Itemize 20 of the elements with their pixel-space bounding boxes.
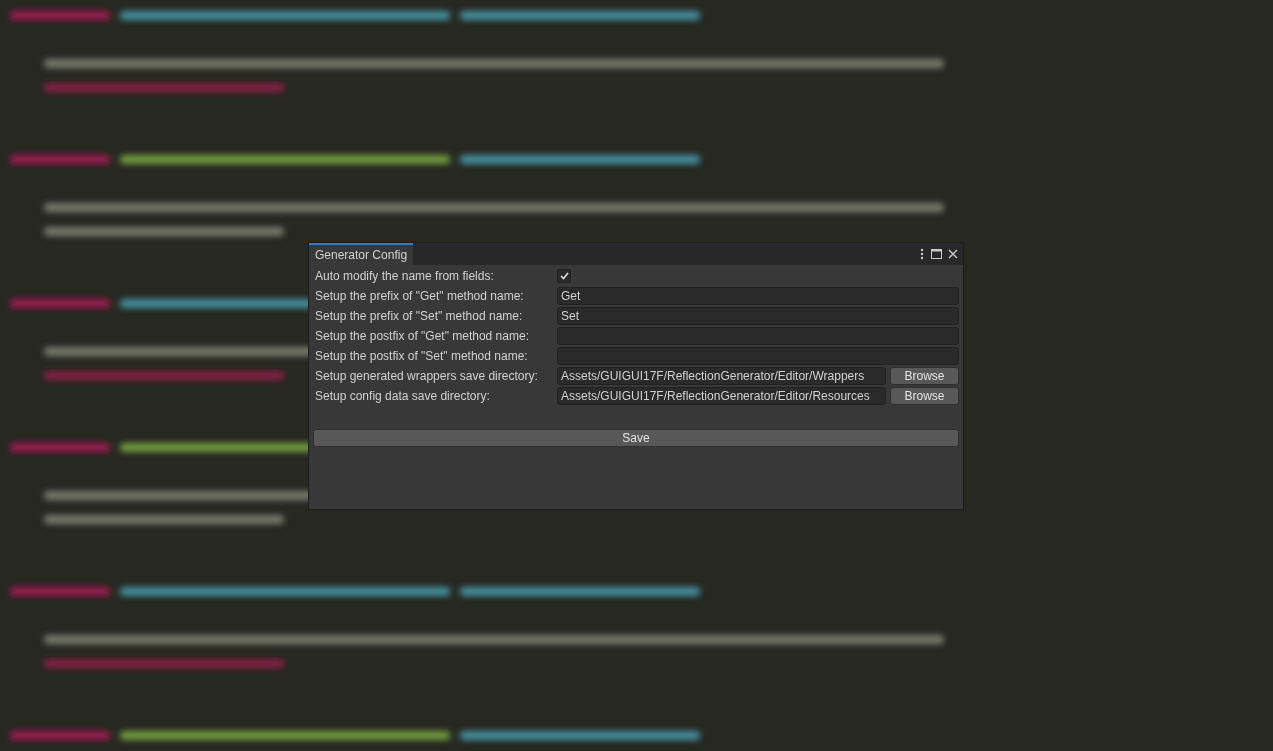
close-icon[interactable] bbox=[948, 249, 958, 259]
field-label: Setup generated wrappers save directory: bbox=[314, 368, 539, 385]
input-field[interactable]: Get bbox=[557, 287, 959, 305]
field-label: Auto modify the name from fields: bbox=[314, 268, 495, 285]
field-label: Setup the postfix of "Get" method name: bbox=[314, 328, 530, 345]
maximize-icon[interactable] bbox=[931, 249, 942, 259]
checkmark-icon bbox=[559, 272, 569, 280]
input-field[interactable]: Set bbox=[557, 307, 959, 325]
field-label: Setup the postfix of "Set" method name: bbox=[314, 348, 529, 365]
window-tab[interactable]: Generator Config bbox=[309, 243, 414, 265]
field-label: Setup config data save directory: bbox=[314, 388, 491, 405]
field-label: Setup the prefix of "Set" method name: bbox=[314, 308, 524, 325]
field-label: Setup the prefix of "Get" method name: bbox=[314, 288, 525, 305]
save-button[interactable]: Save bbox=[313, 429, 959, 447]
browse-button[interactable]: Browse bbox=[890, 387, 959, 405]
checkbox[interactable] bbox=[557, 269, 571, 283]
browse-button[interactable]: Browse bbox=[890, 367, 959, 385]
input-field[interactable]: Assets/GUIGUI17F/ReflectionGenerator/Editor/Resources bbox=[557, 387, 886, 405]
input-field[interactable]: Assets/GUIGUI17F/ReflectionGenerator/Editor/Wrappers bbox=[557, 367, 886, 385]
more-icon[interactable] bbox=[920, 248, 924, 260]
